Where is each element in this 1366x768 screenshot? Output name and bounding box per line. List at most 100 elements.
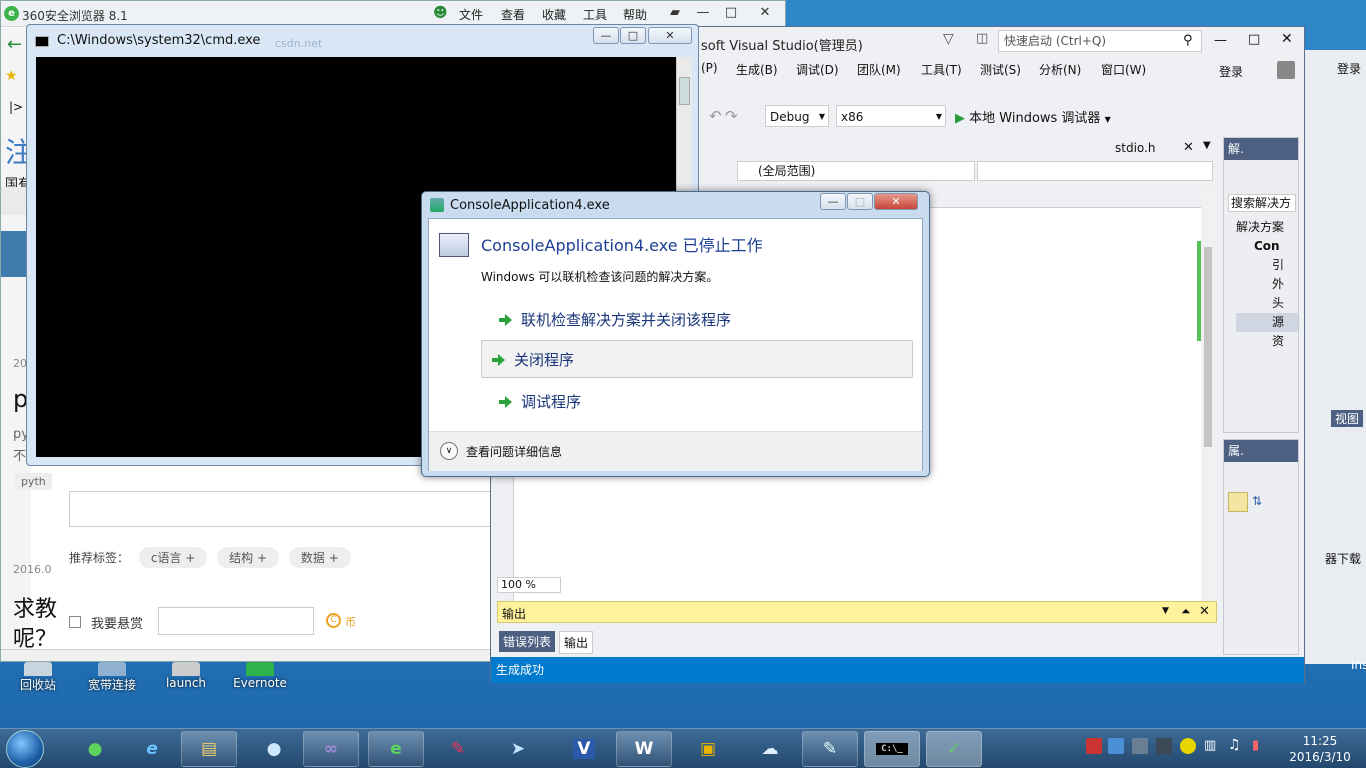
vs-menu-window[interactable]: 窗口(W): [1101, 61, 1146, 78]
maximize-button[interactable]: □: [717, 3, 745, 23]
solution-search[interactable]: 搜索解决方: [1228, 194, 1296, 212]
browser-menu-file[interactable]: 文件: [459, 6, 483, 23]
taskbar-console-app[interactable]: ✓: [926, 731, 982, 767]
cmd-maximize-button[interactable]: □: [620, 27, 646, 44]
close-button[interactable]: ✕: [751, 3, 779, 23]
taskbar-feige[interactable]: ➤: [490, 731, 546, 767]
details-link[interactable]: 查看问题详细信息: [466, 443, 562, 460]
tree-item[interactable]: 引: [1236, 256, 1298, 275]
taskbar-visio[interactable]: V: [556, 731, 612, 767]
browser-menu-help[interactable]: 帮助: [623, 6, 647, 23]
quick-launch-input[interactable]: 快速启动 (Ctrl+Q): [998, 30, 1202, 52]
undo-icon[interactable]: ↶: [709, 107, 722, 125]
reward-checkbox[interactable]: [69, 616, 81, 628]
battery-icon[interactable]: ▮: [1252, 738, 1259, 753]
browser-menu-favorites[interactable]: 收藏: [542, 6, 566, 23]
output-close-icon[interactable]: ✕: [1199, 604, 1210, 619]
member-select[interactable]: [977, 161, 1213, 181]
taskbar-wps[interactable]: W: [616, 731, 672, 767]
title-input[interactable]: [69, 491, 509, 527]
option-close-program[interactable]: 关闭程序: [481, 340, 913, 378]
config-select[interactable]: Debug ▼: [765, 105, 829, 127]
signal-icon[interactable]: ▥: [1204, 738, 1216, 753]
taskbar-media-player[interactable]: ●: [246, 731, 302, 767]
sidebar-toggle-icon[interactable]: |>: [9, 100, 23, 114]
taskbar-clock[interactable]: 11:25 2016/3/10: [1280, 733, 1360, 765]
editor-vscrollbar[interactable]: [1201, 187, 1215, 607]
scroll-thumb[interactable]: [679, 77, 690, 105]
scroll-thumb[interactable]: [1204, 247, 1212, 447]
vs-menu-team[interactable]: 团队(M): [857, 61, 901, 78]
tab-error-list[interactable]: 错误列表: [499, 631, 556, 652]
doc-tab-close-icon[interactable]: ✕: [1183, 140, 1194, 155]
browser-menu-view[interactable]: 查看: [501, 6, 525, 23]
desktop-icon-launch[interactable]: launch: [150, 662, 222, 690]
volume-icon[interactable]: ♫: [1228, 737, 1241, 753]
star-icon[interactable]: ★: [5, 68, 18, 84]
vs-minimize-button[interactable]: —: [1214, 33, 1227, 48]
start-button[interactable]: [6, 730, 44, 768]
categorized-icon[interactable]: [1228, 492, 1248, 512]
cmd-minimize-button[interactable]: —: [593, 27, 619, 44]
tray-icon-2[interactable]: [1108, 738, 1124, 754]
dialog-minimize-button[interactable]: —: [820, 193, 846, 210]
start-debug-button[interactable]: ▶ 本地 Windows 调试器 ▼: [955, 107, 1111, 126]
browser-menu-tools[interactable]: 工具: [583, 6, 607, 23]
doc-tab-stdio[interactable]: stdio.h: [1115, 141, 1155, 155]
tree-item[interactable]: Con: [1236, 237, 1298, 256]
tab-output[interactable]: 输出: [559, 631, 594, 654]
platform-select[interactable]: x86 ▼: [836, 105, 946, 127]
tag-c[interactable]: c语言 +: [138, 547, 208, 568]
account-avatar[interactable]: [1277, 61, 1295, 79]
tree-item[interactable]: 源: [1236, 313, 1298, 332]
desktop-icon-broadband[interactable]: 宽带连接: [76, 662, 148, 693]
minimize-button[interactable]: —: [689, 3, 717, 23]
option-check-online[interactable]: 联机检查解决方案并关闭该程序: [489, 301, 919, 339]
vs-menu-tools[interactable]: 工具(T): [921, 61, 962, 78]
shirt-icon[interactable]: ▰: [661, 3, 689, 23]
tray-icon-1[interactable]: [1086, 738, 1102, 754]
zoom-select[interactable]: 100 %: [497, 577, 561, 593]
vs-menu-test[interactable]: 测试(S): [980, 61, 1021, 78]
tray-icon-3[interactable]: [1132, 738, 1148, 754]
taskbar-360-browser[interactable]: e: [368, 731, 424, 767]
cmd-close-button[interactable]: ✕: [648, 27, 692, 44]
sort-alpha-icon[interactable]: ⇅: [1252, 494, 1262, 508]
taskbar-visual-studio[interactable]: ∞: [303, 731, 359, 767]
taskbar-360-safe[interactable]: ●: [67, 731, 123, 767]
tag-struct[interactable]: 结构 +: [217, 547, 280, 568]
taskbar-cloud[interactable]: ☁: [742, 731, 798, 767]
tree-item[interactable]: 头: [1236, 294, 1298, 313]
tree-item[interactable]: 资: [1236, 332, 1298, 351]
tree-item[interactable]: 解决方案: [1236, 218, 1298, 237]
reward-input[interactable]: [158, 607, 314, 635]
doc-tab-list-icon[interactable]: ▼: [1203, 140, 1211, 151]
option-debug-program[interactable]: 调试程序: [489, 383, 919, 421]
chevron-down-icon[interactable]: ∨: [440, 442, 458, 460]
tray-icon-4[interactable]: [1156, 738, 1172, 754]
tray-icon-5[interactable]: [1180, 738, 1196, 754]
desktop-icon-evernote[interactable]: Evernote: [224, 662, 296, 690]
taskbar-bookmark[interactable]: ▣: [680, 731, 736, 767]
redo-icon[interactable]: ↷: [725, 107, 738, 125]
tag-data[interactable]: 数据 +: [288, 547, 351, 568]
desktop-icon-recycle[interactable]: 回收站: [2, 662, 74, 693]
vs-maximize-button[interactable]: □: [1248, 32, 1260, 47]
dialog-close-button[interactable]: ✕: [874, 193, 918, 210]
taskbar-notepad[interactable]: ✎: [802, 731, 858, 767]
taskbar-ie[interactable]: e: [124, 731, 180, 767]
vs-menu-project[interactable]: (P): [701, 61, 718, 75]
filter-icon[interactable]: ▽: [943, 31, 954, 47]
taskbar-cmd[interactable]: C:\_: [864, 731, 920, 767]
scope-select[interactable]: (全局范围): [737, 161, 975, 181]
vs-menu-analyze[interactable]: 分析(N): [1039, 61, 1081, 78]
back-arrow-icon[interactable]: ←: [7, 34, 22, 55]
vs-menu-debug[interactable]: 调试(D): [796, 61, 839, 78]
taskbar-explorer[interactable]: ▤: [181, 731, 237, 767]
user-icon[interactable]: ☻: [433, 5, 448, 21]
tree-item[interactable]: 外: [1236, 275, 1298, 294]
dropdown-arrow-icon[interactable]: ▼: [1162, 606, 1169, 616]
pin-icon[interactable]: ⏶: [1181, 604, 1191, 619]
vs-menu-build[interactable]: 生成(B): [736, 61, 778, 78]
vs-close-button[interactable]: ✕: [1281, 31, 1293, 47]
